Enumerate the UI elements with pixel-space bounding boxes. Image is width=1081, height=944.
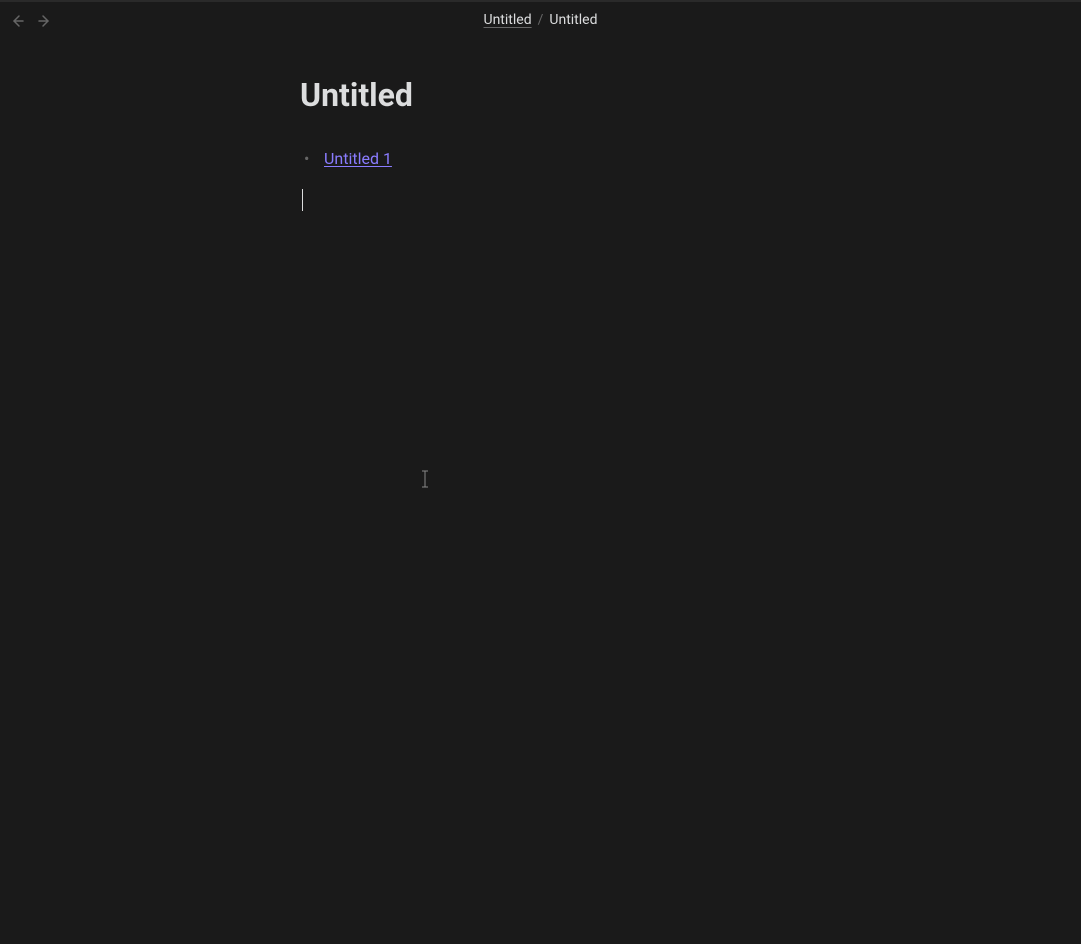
top-border	[0, 0, 1081, 2]
back-button[interactable]	[8, 12, 26, 30]
page-content: Untitled Untitled 1	[300, 76, 981, 172]
breadcrumb-current: Untitled	[549, 12, 597, 28]
ibeam-cursor-icon	[420, 470, 430, 488]
list-item[interactable]: Untitled 1	[324, 146, 981, 172]
forward-button[interactable]	[36, 12, 54, 30]
arrow-right-icon	[37, 13, 53, 29]
page-title[interactable]: Untitled	[300, 76, 981, 114]
page-link[interactable]: Untitled 1	[324, 149, 392, 168]
breadcrumb: Untitled / Untitled	[484, 12, 598, 28]
bullet-list: Untitled 1	[300, 146, 981, 172]
nav-buttons	[8, 12, 54, 30]
breadcrumb-parent[interactable]: Untitled	[484, 12, 532, 28]
arrow-left-icon	[9, 13, 25, 29]
breadcrumb-separator: /	[538, 12, 544, 28]
text-cursor	[302, 189, 303, 211]
